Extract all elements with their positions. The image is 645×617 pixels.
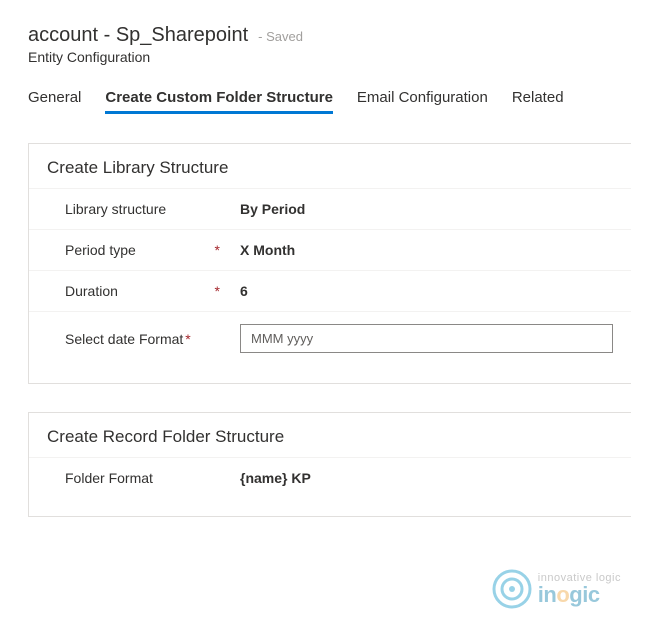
wm-o: o [556,582,569,607]
wm-post: gic [569,582,599,607]
record-folder-title: Create Record Folder Structure [29,427,631,457]
folder-format-label: Folder Format [65,470,240,486]
library-structure-row: Library structure By Period [29,188,631,229]
folder-format-value[interactable]: {name} KP [240,470,613,486]
folder-format-row: Folder Format {name} KP [29,457,631,498]
label-text: Library structure [65,201,166,217]
required-indicator: * [215,283,220,299]
period-type-row: Period type * X Month [29,229,631,270]
save-status: - Saved [258,29,303,44]
library-structure-section: Create Library Structure Library structu… [28,143,631,384]
title-row: account - Sp_Sharepoint - Saved [28,24,617,47]
date-format-input[interactable] [240,324,613,353]
watermark-text: innovative logic inogic [538,573,621,606]
record-folder-section: Create Record Folder Structure Folder Fo… [28,412,631,517]
required-indicator: * [185,331,190,347]
period-type-value[interactable]: X Month [240,242,613,258]
period-type-label: Period type * [65,242,240,258]
header: account - Sp_Sharepoint - Saved Entity C… [0,0,645,69]
label-text: Select date Format [65,331,183,347]
label-text: Folder Format [65,470,153,486]
library-structure-value[interactable]: By Period [240,201,613,217]
library-structure-label: Library structure [65,201,240,217]
watermark-logo: innovative logic inogic [490,567,621,611]
date-format-row: Select date Format * [29,311,631,365]
label-text: Duration [65,283,118,299]
entity-subtitle: Entity Configuration [28,49,617,65]
tab-general[interactable]: General [28,89,81,114]
label-text: Period type [65,242,136,258]
library-structure-title: Create Library Structure [29,158,631,188]
target-icon [490,567,534,611]
wm-pre: in [538,582,557,607]
tab-create-custom-folder[interactable]: Create Custom Folder Structure [105,89,333,114]
watermark-brand: inogic [538,584,621,606]
tab-related[interactable]: Related [512,89,564,114]
tab-email-configuration[interactable]: Email Configuration [357,89,488,114]
date-format-label: Select date Format * [65,331,240,347]
page-title: account - Sp_Sharepoint [28,24,248,47]
duration-row: Duration * 6 [29,270,631,311]
duration-value[interactable]: 6 [240,283,613,299]
required-indicator: * [215,242,220,258]
tabs: General Create Custom Folder Structure E… [0,69,645,115]
duration-label: Duration * [65,283,240,299]
